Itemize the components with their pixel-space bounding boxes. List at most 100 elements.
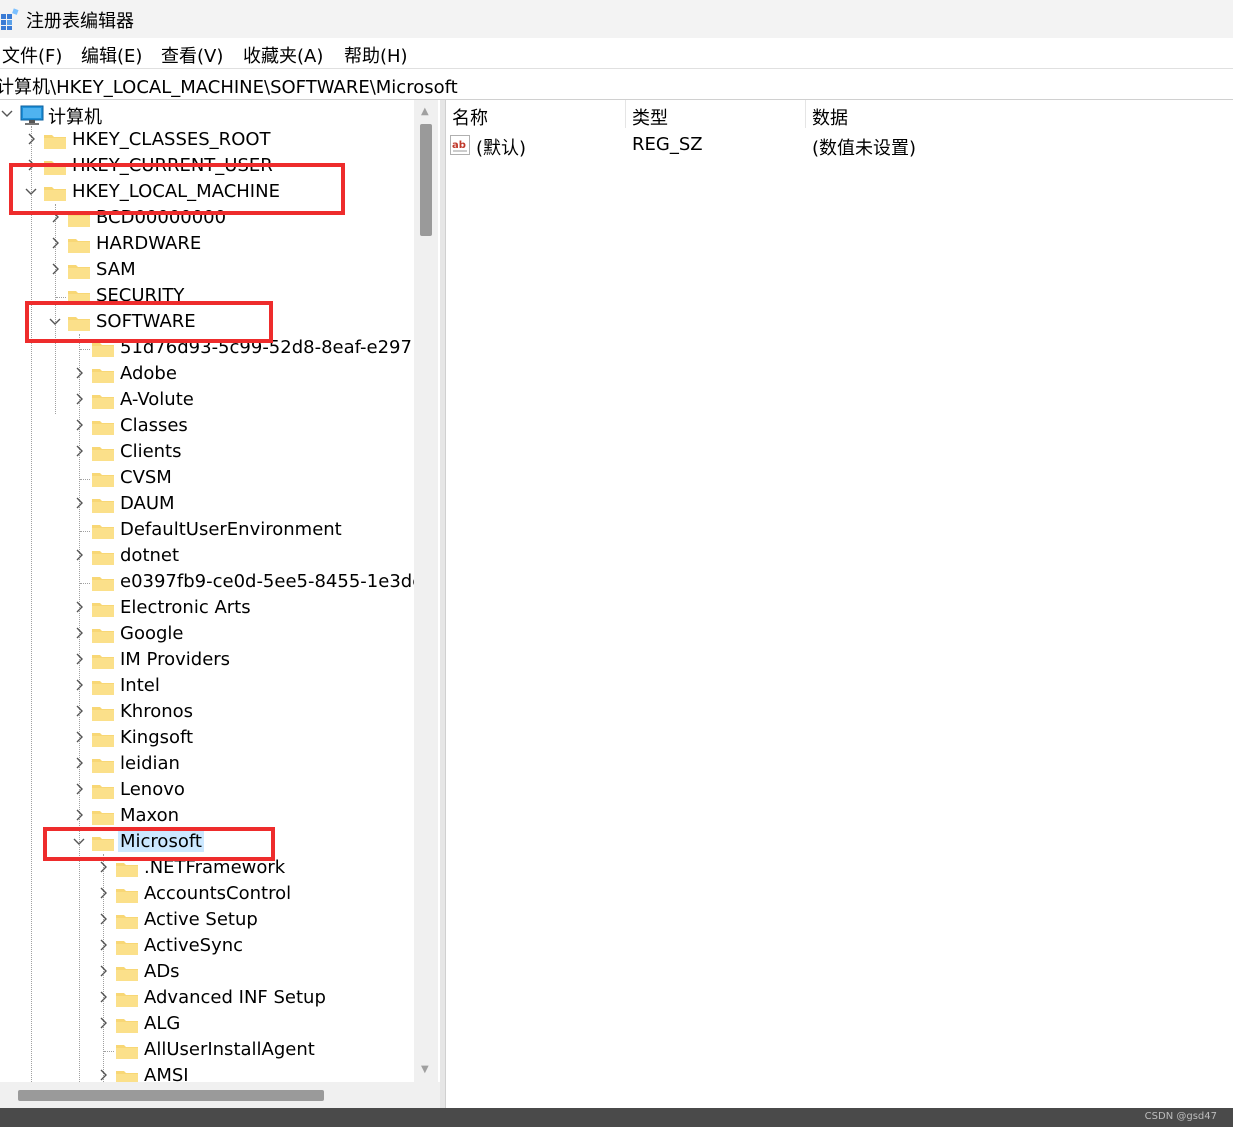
tree-node-intel[interactable]: Intel	[0, 674, 414, 700]
scroll-up-arrow-icon[interactable]: ▲	[421, 106, 429, 117]
chevron-right-icon[interactable]	[72, 755, 86, 771]
column-header-name[interactable]: 名称	[452, 104, 488, 130]
tree-node-khronos[interactable]: Khronos	[0, 700, 414, 726]
scrollbar-thumb[interactable]	[18, 1090, 324, 1101]
tree-node-classes[interactable]: Classes	[0, 414, 414, 440]
chevron-right-icon[interactable]	[96, 859, 110, 875]
tree-node-lenovo[interactable]: Lenovo	[0, 778, 414, 804]
address-bar[interactable]: 计算机\HKEY_LOCAL_MACHINE\SOFTWARE\Microsof…	[0, 68, 1233, 100]
tree-node-alg[interactable]: ALG	[0, 1012, 414, 1038]
chevron-right-icon[interactable]	[72, 391, 86, 407]
tree-node-label: CVSM	[120, 467, 172, 488]
folder-icon	[92, 447, 114, 461]
values-list-pane[interactable]: 名称 类型 数据 ab (默认) REG_SZ (数值未设置)	[446, 100, 1233, 1108]
tree-node-sam[interactable]: SAM	[0, 258, 414, 284]
chevron-right-icon[interactable]	[72, 625, 86, 641]
highlight-box-hklm	[9, 163, 345, 215]
chevron-right-icon[interactable]	[72, 443, 86, 459]
chevron-right-icon[interactable]	[72, 599, 86, 615]
folder-icon	[92, 733, 114, 747]
tree-guide-line	[80, 583, 90, 584]
tree-node-adobe[interactable]: Adobe	[0, 362, 414, 388]
tree-node-activesync[interactable]: ActiveSync	[0, 934, 414, 960]
chevron-right-icon[interactable]	[72, 729, 86, 745]
tree-pane[interactable]: 计算机 HKEY_CLASSES_ROOT HKEY_CURRENT_USER …	[0, 100, 440, 1108]
chevron-right-icon[interactable]	[72, 651, 86, 667]
menu-help[interactable]: 帮助(H)	[344, 42, 408, 68]
folder-icon	[116, 1045, 138, 1059]
chevron-right-icon[interactable]	[72, 417, 86, 433]
chevron-right-icon[interactable]	[24, 131, 38, 147]
tree-node-a-volute[interactable]: A-Volute	[0, 388, 414, 414]
tree-node-alluserinstallagent[interactable]: AllUserInstallAgent	[0, 1038, 414, 1064]
tree-node-hardware[interactable]: HARDWARE	[0, 232, 414, 258]
chevron-right-icon[interactable]	[96, 1067, 110, 1083]
chevron-right-icon[interactable]	[96, 963, 110, 979]
menu-edit[interactable]: 编辑(E)	[81, 42, 142, 68]
column-header-type[interactable]: 类型	[632, 104, 668, 130]
string-value-icon: ab	[450, 135, 470, 155]
tree-guide-line	[80, 479, 90, 480]
tree-node-leidian[interactable]: leidian	[0, 752, 414, 778]
menu-view[interactable]: 查看(V)	[161, 42, 223, 68]
tree-horizontal-scrollbar[interactable]	[0, 1082, 440, 1108]
chevron-right-icon[interactable]	[72, 547, 86, 563]
tree-node-guid-e0397fb9[interactable]: e0397fb9-ce0d-5ee5-8455-1e3dc	[0, 570, 422, 596]
tree-node-kingsoft[interactable]: Kingsoft	[0, 726, 414, 752]
folder-icon	[68, 265, 90, 279]
tree-node-label: Clients	[120, 441, 182, 462]
chevron-right-icon[interactable]	[72, 703, 86, 719]
folder-icon	[92, 369, 114, 383]
chevron-right-icon[interactable]	[72, 495, 86, 511]
column-divider[interactable]	[805, 100, 806, 128]
menu-file[interactable]: 文件(F)	[2, 42, 62, 68]
chevron-down-icon[interactable]	[0, 105, 14, 121]
tree-node-label: Active Setup	[144, 909, 258, 930]
folder-icon	[92, 577, 114, 591]
folder-icon	[92, 707, 114, 721]
tree-node-advanced-inf-setup[interactable]: Advanced INF Setup	[0, 986, 414, 1012]
window-title: 注册表编辑器	[26, 11, 134, 32]
title-bar: 注册表编辑器	[0, 0, 1233, 38]
tree-node-label: HKEY_CLASSES_ROOT	[72, 129, 271, 150]
chevron-right-icon[interactable]	[72, 677, 86, 693]
column-header-data[interactable]: 数据	[812, 104, 848, 130]
tree-node-ads[interactable]: ADs	[0, 960, 414, 986]
tree-node-computer[interactable]: 计算机	[0, 102, 414, 128]
folder-icon	[116, 941, 138, 955]
address-path[interactable]: 计算机\HKEY_LOCAL_MACHINE\SOFTWARE\Microsof…	[0, 73, 458, 99]
tree-guide-line	[80, 349, 90, 350]
tree-node-cvsm[interactable]: CVSM	[0, 466, 414, 492]
tree-node-im-providers[interactable]: IM Providers	[0, 648, 414, 674]
chevron-right-icon[interactable]	[96, 937, 110, 953]
computer-icon	[20, 105, 44, 125]
scroll-down-arrow-icon[interactable]: ▼	[421, 1064, 429, 1075]
chevron-right-icon[interactable]	[48, 261, 62, 277]
chevron-right-icon[interactable]	[96, 1015, 110, 1031]
chevron-right-icon[interactable]	[72, 365, 86, 381]
chevron-right-icon[interactable]	[72, 807, 86, 823]
tree-node-google[interactable]: Google	[0, 622, 414, 648]
tree-node-daum[interactable]: DAUM	[0, 492, 414, 518]
menu-favorites[interactable]: 收藏夹(A)	[243, 42, 323, 68]
tree-node-dotnet[interactable]: dotnet	[0, 544, 414, 570]
tree-node-active-setup[interactable]: Active Setup	[0, 908, 414, 934]
chevron-right-icon[interactable]	[96, 989, 110, 1005]
chevron-right-icon[interactable]	[96, 885, 110, 901]
tree-node-label: IM Providers	[120, 649, 231, 670]
chevron-right-icon[interactable]	[48, 235, 62, 251]
folder-icon	[92, 499, 114, 513]
tree-node-label: AllUserInstallAgent	[144, 1039, 315, 1060]
chevron-right-icon[interactable]	[72, 781, 86, 797]
scrollbar-thumb[interactable]	[420, 124, 432, 236]
tree-node-label: Adobe	[120, 363, 177, 384]
tree-node-clients[interactable]: Clients	[0, 440, 414, 466]
tree-vertical-scrollbar[interactable]: ▲ ▼	[414, 100, 438, 1082]
tree-node-label: HARDWARE	[96, 233, 202, 254]
tree-node-defaultuserenvironment[interactable]: DefaultUserEnvironment	[0, 518, 414, 544]
tree-node-accountscontrol[interactable]: AccountsControl	[0, 882, 414, 908]
tree-node-hkey-classes-root[interactable]: HKEY_CLASSES_ROOT	[0, 128, 414, 154]
column-divider[interactable]	[625, 100, 626, 128]
tree-node-electronic-arts[interactable]: Electronic Arts	[0, 596, 414, 622]
chevron-right-icon[interactable]	[96, 911, 110, 927]
